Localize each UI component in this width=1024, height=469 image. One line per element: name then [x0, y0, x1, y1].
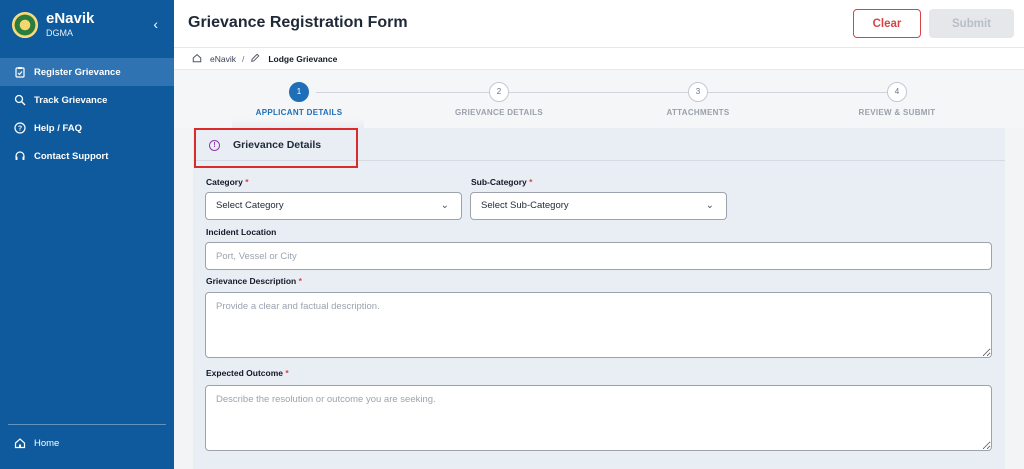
home-icon[interactable]	[192, 53, 202, 65]
svg-text:?: ?	[18, 126, 22, 133]
category-label: Category *	[206, 177, 249, 187]
dgma-logo	[12, 12, 38, 38]
step-label: GRIEVANCE DETAILS	[455, 108, 543, 117]
clear-button[interactable]: Clear	[853, 9, 921, 38]
step-number: 1	[289, 82, 309, 102]
brand-subtitle: DGMA	[46, 28, 73, 38]
step-number: 3	[688, 82, 708, 102]
brand: eNavik DGMA ‹	[0, 0, 174, 50]
sidebar-nav: Register Grievance Track Grievance ? Hel…	[0, 58, 174, 170]
active-step-indicator	[232, 118, 364, 128]
category-select[interactable]: Select Category ⌄	[205, 192, 462, 220]
step-label: ATTACHMENTS	[666, 108, 730, 117]
clipboard-check-icon	[14, 66, 26, 78]
chevron-down-icon: ⌄	[440, 200, 449, 211]
sidebar: eNavik DGMA ‹ Register Grievance Track G…	[0, 0, 174, 469]
grievance-form-card: ! Grievance Details Category * Select Ca…	[193, 128, 1005, 469]
highlight-box	[194, 128, 358, 168]
chevron-left-icon[interactable]: ‹	[153, 16, 158, 32]
page-title: Grievance Registration Form	[188, 14, 408, 31]
search-icon	[14, 94, 26, 106]
sidebar-item-label: Home	[34, 437, 60, 449]
sidebar-item-label: Register Grievance	[34, 66, 121, 78]
incident-location-label: Incident Location	[206, 227, 277, 237]
grievance-description-textarea[interactable]	[205, 292, 992, 358]
sidebar-item-label: Contact Support	[34, 150, 109, 162]
pencil-icon	[250, 53, 260, 65]
expected-outcome-textarea[interactable]	[205, 385, 992, 451]
sidebar-item-home[interactable]: Home	[0, 429, 174, 457]
breadcrumb-root[interactable]: eNavik	[210, 54, 236, 64]
sidebar-item-track-grievance[interactable]: Track Grievance	[0, 86, 174, 114]
grievance-description-label: Grievance Description *	[206, 276, 302, 286]
help-circle-icon: ?	[14, 122, 26, 134]
sidebar-item-help-faq[interactable]: ? Help / FAQ	[0, 114, 174, 142]
breadcrumb-current: Lodge Grievance	[268, 53, 338, 64]
stepper-line	[316, 92, 898, 93]
subcategory-label: Sub-Category *	[471, 177, 533, 187]
chevron-down-icon: ⌄	[705, 200, 714, 211]
page-header: Grievance Registration Form Clear Submit	[174, 0, 1024, 48]
step-attachments[interactable]: 3 ATTACHMENTS	[623, 82, 773, 117]
sidebar-item-label: Track Grievance	[34, 94, 108, 106]
subcategory-select[interactable]: Select Sub-Category ⌄	[470, 192, 727, 220]
breadcrumb: eNavik / Lodge Grievance	[174, 48, 1024, 70]
brand-title: eNavik	[46, 10, 95, 27]
sidebar-item-register-grievance[interactable]: Register Grievance	[0, 58, 174, 86]
step-label: APPLICANT DETAILS	[255, 108, 343, 117]
sidebar-item-contact-support[interactable]: Contact Support	[0, 142, 174, 170]
incident-location-input[interactable]	[205, 242, 992, 270]
home-icon	[14, 437, 26, 449]
step-applicant-details[interactable]: 1 APPLICANT DETAILS	[224, 82, 374, 117]
step-number: 4	[887, 82, 907, 102]
page-gutter	[1005, 128, 1024, 469]
sidebar-divider	[8, 424, 166, 425]
sidebar-item-label: Help / FAQ	[34, 122, 83, 134]
headset-icon	[14, 150, 26, 162]
step-grievance-details[interactable]: 2 GRIEVANCE DETAILS	[424, 82, 574, 117]
breadcrumb-separator: /	[241, 53, 245, 64]
step-number: 2	[489, 82, 509, 102]
expected-outcome-label: Expected Outcome *	[206, 368, 289, 378]
submit-button[interactable]: Submit	[929, 9, 1014, 38]
step-review-submit[interactable]: 4 REVIEW & SUBMIT	[822, 82, 972, 117]
step-label: REVIEW & SUBMIT	[858, 108, 936, 117]
